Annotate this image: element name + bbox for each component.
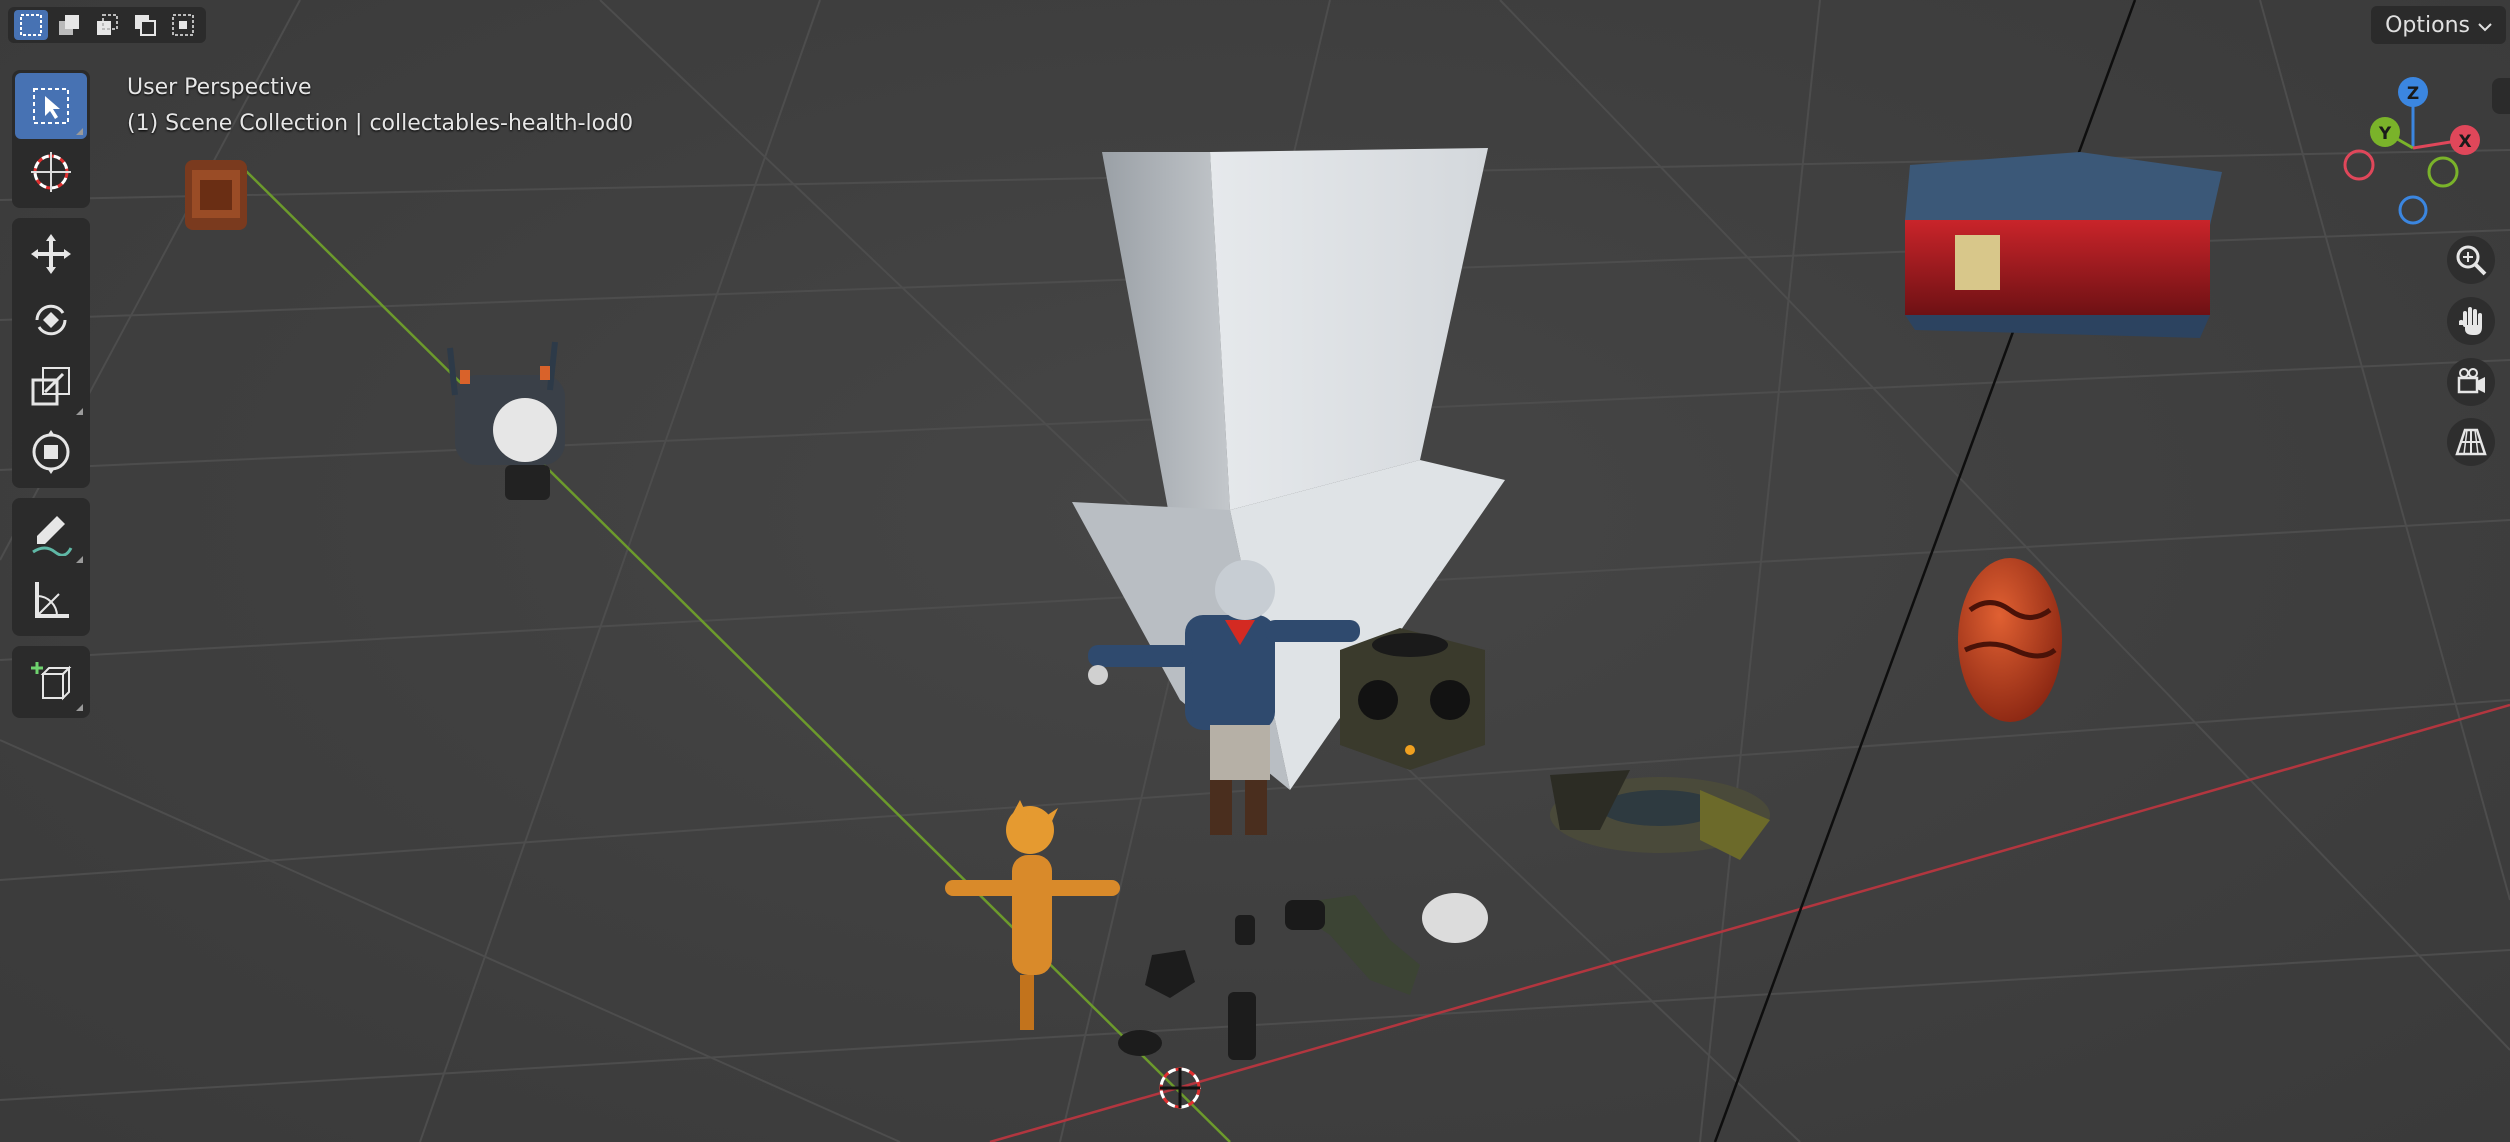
gun-object <box>1285 895 1420 995</box>
3d-viewport[interactable]: Options User Perspective (1) Scene Colle… <box>0 0 2510 1142</box>
grid-view-icon[interactable] <box>2447 418 2495 466</box>
cube-object <box>1340 628 1485 770</box>
egg-object <box>1958 558 2062 722</box>
3d-cursor <box>1159 1067 1201 1109</box>
sidebar-toggle-handle[interactable] <box>2492 78 2510 114</box>
select-invert-icon[interactable] <box>128 10 162 40</box>
options-label: Options <box>2385 12 2470 38</box>
gizmo-neg-z-axis[interactable] <box>2398 195 2428 225</box>
pan-hand-icon[interactable] <box>2447 297 2495 345</box>
scene-canvas <box>0 0 2510 1142</box>
measure-icon[interactable] <box>15 567 87 633</box>
y-axis-line <box>244 169 1231 1142</box>
gizmo-x-label: X <box>2458 132 2471 152</box>
select-extend-icon[interactable] <box>52 10 86 40</box>
select-box-icon[interactable] <box>15 73 87 139</box>
tool-shelf <box>12 70 90 728</box>
perspective-label: User Perspective <box>127 75 312 100</box>
tool-group-select <box>12 70 90 208</box>
tool-group-annotate <box>12 498 90 636</box>
cursor-icon[interactable] <box>15 139 87 205</box>
select-subtract-icon[interactable] <box>90 10 124 40</box>
select-intersect-icon[interactable] <box>166 10 200 40</box>
scale-icon[interactable] <box>15 353 87 419</box>
transform-icon[interactable] <box>15 419 87 485</box>
move-icon[interactable] <box>15 221 87 287</box>
viewport-info-overlay: User Perspective (1) Scene Collection | … <box>127 70 633 142</box>
navigation-gizmo[interactable]: Z Y X <box>2335 70 2490 230</box>
chevron-down-icon <box>2478 13 2492 38</box>
gizmo-neg-y-axis[interactable] <box>2427 156 2459 188</box>
treasure-chest-object <box>1905 152 2222 338</box>
tool-group-add <box>12 646 90 718</box>
selection-mode-group <box>8 7 206 43</box>
barrel-object <box>185 160 247 230</box>
add-cube-icon[interactable] <box>15 649 87 715</box>
rotate-icon[interactable] <box>15 287 87 353</box>
header-bar: Options <box>0 0 2510 50</box>
zoom-icon[interactable] <box>2447 236 2495 284</box>
gizmo-y-label: Y <box>2378 124 2392 144</box>
select-new-icon[interactable] <box>14 10 48 40</box>
tool-group-transform <box>12 218 90 488</box>
gizmo-z-label: Z <box>2407 84 2419 104</box>
collection-label: (1) Scene Collection | collectables-heal… <box>127 111 634 136</box>
camera-icon[interactable] <box>2447 358 2495 406</box>
gizmo-neg-x-axis[interactable] <box>2343 149 2375 181</box>
options-dropdown[interactable]: Options <box>2371 6 2506 44</box>
annotate-icon[interactable] <box>15 501 87 567</box>
drone-object <box>447 341 565 500</box>
